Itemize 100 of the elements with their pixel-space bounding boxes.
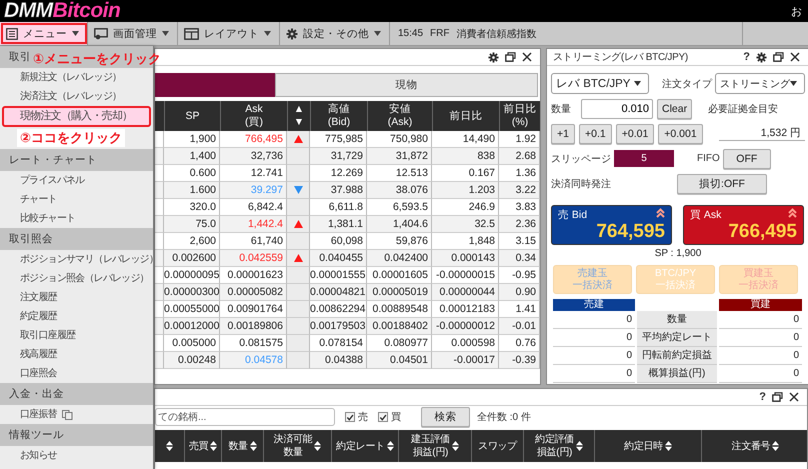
toolbar-menu[interactable]: メニュー [0, 22, 88, 45]
sort-icon[interactable] [210, 441, 218, 451]
tab[interactable]: 現物 [275, 73, 538, 97]
slippage-field[interactable]: 5 [614, 150, 674, 167]
column-header[interactable]: 注文番号 [732, 440, 770, 452]
menu-item[interactable]: 約定履歴 [0, 307, 153, 326]
table-cell: 1.203 [432, 182, 499, 199]
logo[interactable]: DMMBitcoin [4, 0, 120, 22]
sort-icon[interactable] [452, 441, 459, 451]
search-field[interactable]: ての銘柄... [155, 408, 335, 426]
toolbar-menu[interactable]: 画面管理 [88, 22, 178, 45]
menu-item[interactable]: ポジション照会（レバレッジ） [0, 269, 153, 288]
table-cell: 0 [553, 329, 635, 347]
increment-button[interactable]: +0.01 [616, 124, 654, 144]
column-header: 売建 [553, 299, 635, 311]
table-cell: 1,404.6 [367, 216, 432, 233]
checkbox[interactable] [345, 412, 355, 422]
news-currency: FRF [430, 28, 450, 39]
menu-item[interactable]: 口座振替 [0, 405, 153, 424]
increment-button[interactable]: +0.1 [578, 124, 612, 144]
sort-icon[interactable] [166, 441, 173, 451]
menu-item[interactable]: お知らせ [0, 446, 153, 465]
restore-icon[interactable] [773, 52, 784, 62]
table-cell: 31,729 [310, 148, 367, 165]
column-header[interactable]: 数量 [228, 440, 248, 452]
fifo-toggle[interactable]: OFF [722, 148, 771, 168]
help-icon[interactable]: ? [743, 51, 750, 63]
chevron-up-icon [788, 208, 797, 218]
menu-section-header: 取引照会 [0, 228, 153, 250]
menu-item[interactable]: 残高履歴 [0, 345, 153, 364]
table-cell: 1.600 [164, 182, 220, 199]
menu-item[interactable]: 注文履歴 [0, 288, 153, 307]
spread-text: SP : 1,900 [654, 248, 702, 260]
table-cell: 0.00004821 [310, 284, 367, 301]
field-label: 数量 [551, 102, 572, 116]
sort-icon[interactable] [386, 441, 394, 451]
checkbox[interactable] [378, 412, 388, 422]
column-header[interactable]: 決済可能 数量 [274, 433, 312, 459]
menu-item[interactable]: チャート [0, 190, 153, 209]
quote-button[interactable]: 買 Ask 766,495 [683, 205, 804, 245]
column-header[interactable]: 建玉評価 損益(円) [411, 433, 450, 459]
news-time: 15:45 [398, 28, 424, 39]
help-icon[interactable]: ? [759, 391, 766, 403]
increment-button[interactable]: +1 [551, 124, 575, 144]
stop-loss-button[interactable]: 損切:OFF [677, 174, 767, 194]
field-label: スリッページ [551, 152, 611, 166]
panel-title: ストリーミング(レバ BTC/JPY) [553, 51, 688, 64]
checkbox-label: 買 [391, 411, 401, 424]
annotation-text: ①メニューをクリック [33, 50, 162, 68]
close-icon[interactable] [789, 392, 799, 402]
news-ticker[interactable]: 15:45 FRF 消費者信頼感指数 [390, 22, 743, 45]
sort-icon[interactable] [664, 441, 672, 451]
row-label: 円転前約定損益 [637, 347, 717, 365]
table-cell: 31,872 [367, 148, 432, 165]
column-header[interactable]: スワップ [478, 440, 517, 452]
sort-icon[interactable] [772, 441, 780, 451]
quote-button[interactable]: 売 Bid 764,595 [551, 205, 672, 245]
sort-icon[interactable] [576, 441, 583, 451]
column-header[interactable]: 約定日時 [624, 440, 663, 452]
restore-icon[interactable] [505, 52, 516, 62]
pair-select[interactable]: レバ BTC/JPY [551, 73, 649, 94]
table-cell: 0.002600 [164, 250, 220, 267]
menu-item[interactable]: 口座照会 [0, 364, 153, 383]
column-header: SP [164, 101, 220, 131]
result-count: 全件数 :0 件 [477, 411, 531, 424]
sort-icon[interactable] [314, 441, 322, 451]
menu-item[interactable]: ポジションサマリ（レバレッジ） [0, 250, 153, 269]
table-cell: 0 [553, 365, 635, 383]
restore-icon[interactable] [772, 392, 783, 402]
sort-icon[interactable] [250, 441, 257, 451]
row-label: 平均約定レート [637, 329, 717, 347]
close-icon[interactable] [790, 52, 800, 62]
field-label: 決済同時発注 [551, 178, 611, 190]
order-type-select[interactable]: ストリーミング [715, 73, 805, 94]
menu-item[interactable]: 取引口座履歴 [0, 326, 153, 345]
search-button[interactable]: 検索 [421, 407, 470, 427]
checkbox-label: 売 [358, 410, 368, 424]
table-cell: -0.39 [499, 352, 540, 369]
settings-icon[interactable] [488, 52, 499, 62]
column-header[interactable]: 売買 [188, 440, 208, 452]
menu-item[interactable]: 現物注文（購入・売却） [2, 106, 151, 127]
field-label: 注文タイプ [662, 78, 712, 90]
settings-icon[interactable] [756, 52, 767, 62]
column-header[interactable]: 約定評価 損益(円) [535, 433, 574, 459]
menu-item[interactable]: プライスパネル [0, 171, 153, 190]
table-cell: 38.076 [367, 182, 432, 199]
toolbar-menu[interactable]: 設定・その他 [280, 22, 390, 45]
quantity-field[interactable]: 0.010 [581, 98, 653, 118]
row-label: 数量 [637, 311, 717, 329]
close-icon[interactable] [522, 52, 532, 62]
table-cell: 1,381.1 [310, 216, 367, 233]
menu-item[interactable]: 比較チャート [0, 209, 153, 228]
table-cell: 0.34 [499, 250, 540, 267]
increment-button[interactable]: +0.001 [658, 124, 703, 144]
column-header[interactable]: 約定レート [336, 440, 385, 452]
table-cell: 838 [432, 148, 499, 165]
clear-button[interactable]: Clear [657, 98, 692, 118]
menu-item[interactable]: 新規注文（レバレッジ） [0, 68, 153, 87]
toolbar-menu[interactable]: レイアウト [178, 22, 280, 45]
menu-item[interactable]: 決済注文（レバレッジ） [0, 87, 153, 106]
